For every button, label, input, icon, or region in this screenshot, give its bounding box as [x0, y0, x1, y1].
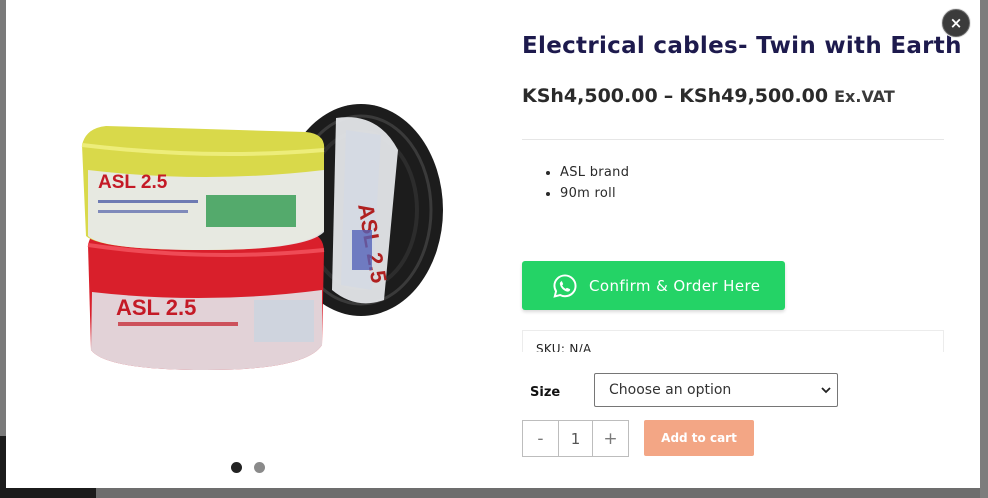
add-to-cart-button[interactable]: Add to cart — [644, 420, 754, 456]
gallery-dot-2[interactable] — [254, 462, 265, 473]
whatsapp-button-label: Confirm & Order Here — [589, 276, 761, 295]
product-meta: SKU: N/A — [522, 330, 944, 352]
sku-label: SKU: — [536, 342, 566, 352]
quantity-increase-button[interactable]: + — [593, 421, 628, 456]
yellow-cable-roll: ASL 2.5 — [81, 126, 325, 250]
yellow-roll-brand: ASL 2.5 — [98, 172, 168, 193]
backdrop-right-strip — [980, 0, 988, 498]
divider — [522, 139, 944, 140]
product-price: KSh4,500.00– KSh49,500.00 Ex.VAT — [522, 85, 895, 107]
close-icon: × — [949, 14, 963, 32]
product-features: ASL brand 90m roll — [544, 162, 629, 204]
product-image: ASL 2.5 ASL 2.5 ASL 2.5 — [81, 104, 443, 370]
price-min: KSh4,500.00 — [522, 85, 658, 107]
product-title: Electrical cables- Twin with Earth — [522, 33, 962, 59]
size-label: Size — [530, 385, 561, 400]
feature-item: ASL brand — [560, 162, 629, 183]
feature-item: 90m roll — [560, 183, 629, 204]
quantity-input[interactable]: 1 — [558, 421, 593, 456]
whatsapp-order-button[interactable]: Confirm & Order Here — [522, 261, 785, 310]
price-suffix: Ex.VAT — [834, 87, 895, 106]
red-roll-brand: ASL 2.5 — [116, 295, 196, 320]
size-select[interactable]: Choose an option — [594, 373, 838, 407]
chevron-down-icon — [821, 387, 831, 394]
quantity-decrease-button[interactable]: - — [523, 421, 558, 456]
close-modal-button[interactable]: × — [942, 9, 970, 37]
sku: SKU: N/A — [536, 342, 591, 352]
quick-view-modal: ASL 2.5 ASL 2.5 ASL 2.5 Electrical cable… — [6, 0, 980, 488]
price-separator: – — [663, 85, 674, 107]
sku-value: N/A — [569, 342, 592, 352]
product-gallery: ASL 2.5 ASL 2.5 ASL 2.5 — [6, 0, 496, 488]
quantity-stepper: - 1 + — [522, 420, 629, 457]
whatsapp-icon — [553, 273, 577, 298]
gallery-pagination — [231, 462, 265, 473]
size-select-value: Choose an option — [609, 382, 732, 398]
price-max: KSh49,500.00 — [679, 85, 829, 107]
gallery-dot-1[interactable] — [231, 462, 242, 473]
